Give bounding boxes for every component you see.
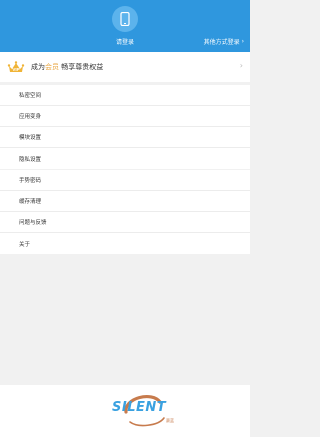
- silent-logo-subtext: 赛蓝: [166, 418, 174, 423]
- menu-item-app-disguise[interactable]: 应用变身: [0, 106, 250, 127]
- vip-promo-row[interactable]: VIP 成为会员 畅享尊贵权益 ›: [0, 52, 250, 82]
- settings-group-2: 手势密码 缓存清理 问题与反馈 关于: [0, 170, 250, 254]
- menu-item-label: 应用变身: [19, 114, 42, 120]
- login-avatar-button[interactable]: [112, 6, 138, 32]
- chevron-right-icon: ›: [239, 61, 243, 70]
- menu-item-label: 模块设置: [19, 135, 42, 141]
- vip-text-suffix: 畅享尊贵权益: [59, 63, 104, 71]
- vip-promo-text: 成为会员 畅享尊贵权益: [31, 62, 103, 72]
- other-login-link[interactable]: 其他方式登录 ›: [204, 37, 244, 46]
- menu-item-label: 隐私设置: [19, 156, 42, 163]
- silent-logo-text: SILENT: [112, 400, 167, 415]
- header: 请登录 其他方式登录 ›: [0, 0, 250, 52]
- menu-item-privacy-settings[interactable]: 隐私设置: [0, 148, 250, 169]
- settings-group-1: 私密空间 应用变身 模块设置 隐私设置: [0, 85, 250, 169]
- vip-badge-text: VIP: [12, 67, 19, 72]
- menu-item-label: 手势密码: [19, 178, 42, 184]
- menu-item-private-space[interactable]: 私密空间: [0, 85, 250, 106]
- crown-icon: VIP: [7, 61, 25, 72]
- menu-item-module-settings[interactable]: 模块设置: [0, 127, 250, 148]
- menu-item-clear-cache[interactable]: 缓存清理: [0, 191, 250, 212]
- menu-item-label: 问题与反馈: [19, 220, 47, 226]
- vip-text-prefix: 成为: [31, 63, 45, 71]
- menu-item-label: 缓存清理: [19, 199, 42, 205]
- menu-item-gesture-password[interactable]: 手势密码: [0, 170, 250, 191]
- phone-icon: [120, 12, 130, 26]
- menu-item-feedback[interactable]: 问题与反馈: [0, 212, 250, 233]
- menu-item-about[interactable]: 关于: [0, 233, 250, 254]
- other-login-label: 其他方式登录: [203, 39, 240, 46]
- menu-item-label: 关于: [19, 241, 31, 248]
- vip-text-highlight: 会员: [45, 63, 59, 71]
- chevron-right-icon: ›: [241, 38, 244, 45]
- menu-item-label: 私密空间: [19, 93, 42, 99]
